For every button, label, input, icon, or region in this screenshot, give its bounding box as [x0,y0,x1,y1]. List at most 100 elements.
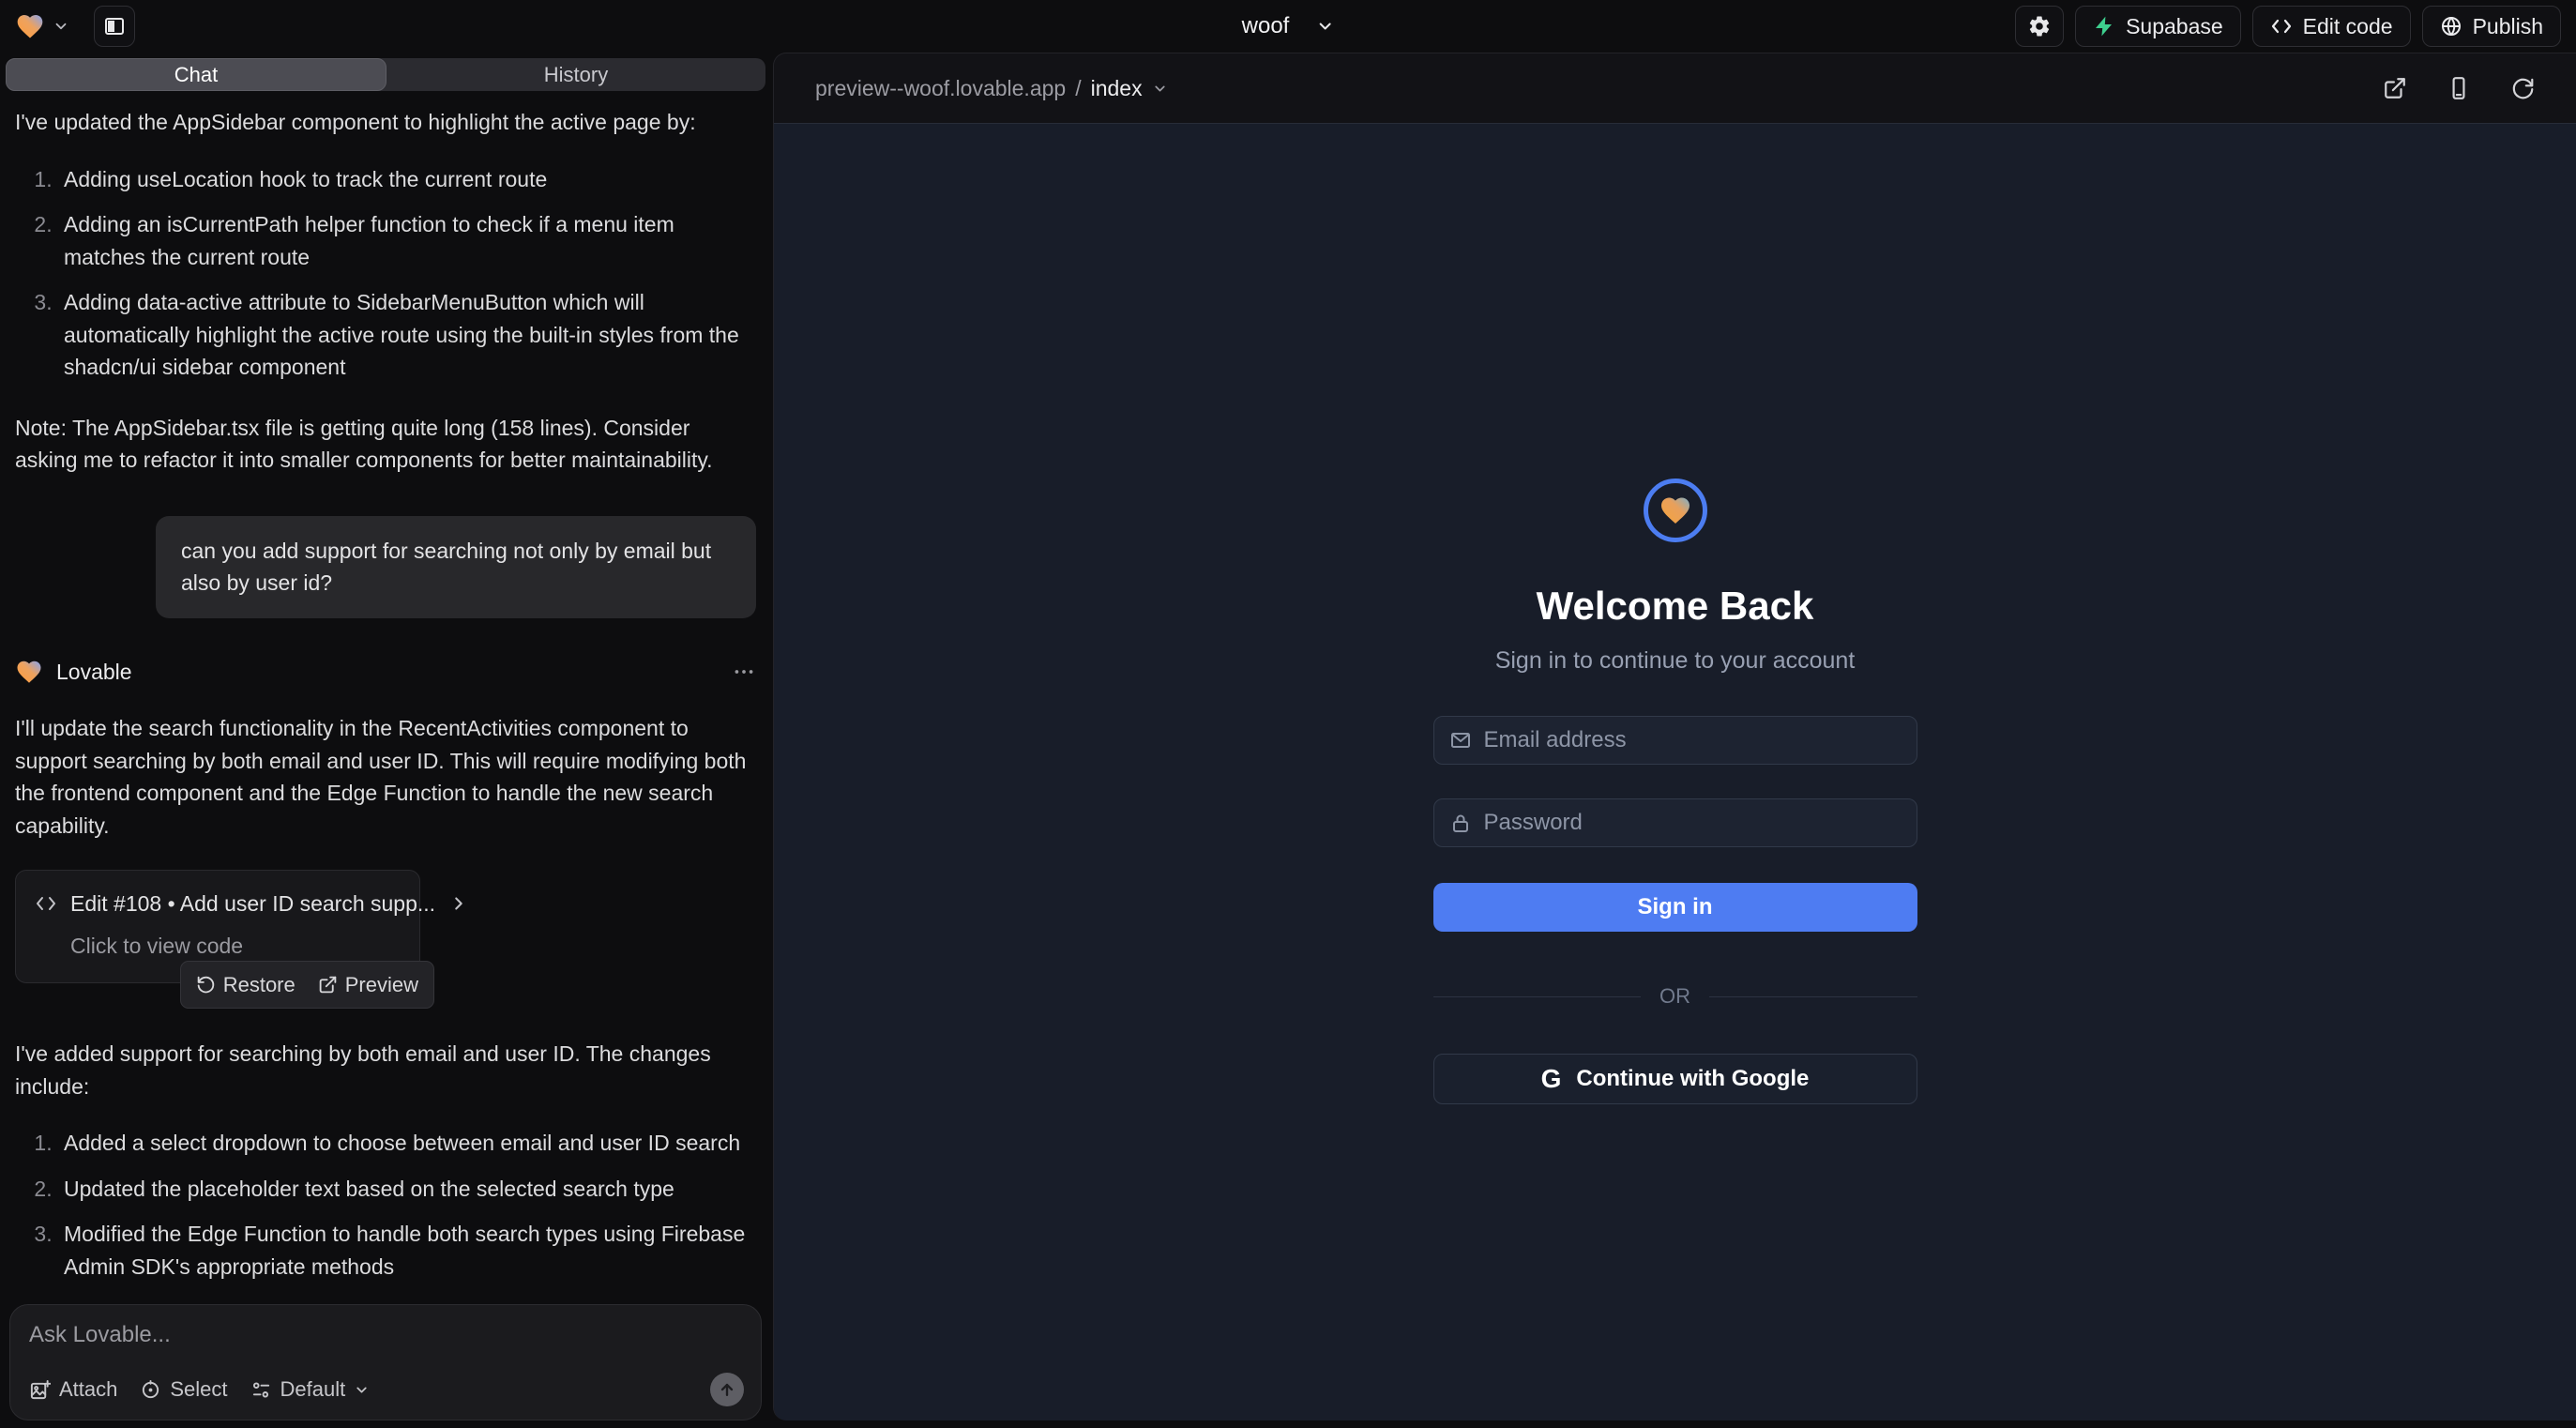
arrow-up-icon [718,1380,736,1399]
chat-input[interactable] [29,1322,744,1348]
signin-card: Welcome Back Sign in to continue to your… [1433,479,1917,1420]
chevron-down-icon [1152,81,1168,97]
code-icon [35,892,57,915]
chat-panel: Chat History I've updated the AppSidebar… [0,53,771,1428]
preview-panel: preview--woof.lovable.app / index [773,53,2576,1420]
assistant-message-list: Adding useLocation hook to track the cur… [15,163,756,384]
edit-card-subtitle: Click to view code [70,930,401,963]
page-title: Welcome Back [1537,584,1814,629]
publish-label: Publish [2473,14,2543,39]
sliders-icon [250,1379,272,1401]
tab-history[interactable]: History [386,58,765,91]
edit-code-button[interactable]: Edit code [2252,6,2411,47]
globe-icon [2440,15,2462,38]
list-item: Added a select dropdown to choose betwee… [58,1127,756,1160]
lovable-heart-icon [15,11,45,41]
tab-chat[interactable]: Chat [6,58,386,91]
assistant-message-text: I've updated the AppSidebar component to… [15,106,756,139]
open-in-new-tab-button[interactable] [2383,76,2407,100]
or-label: OR [1659,984,1690,1009]
email-input[interactable] [1484,727,1902,753]
divider-line [1433,996,1642,997]
chat-composer: Attach Select Default [9,1304,762,1420]
chat-history-tabs: Chat History [6,58,765,91]
preview-url-page: index [1091,76,1143,101]
assistant-note-text: Note: The AppSidebar.tsx file is getting… [15,412,756,477]
google-button-label: Continue with Google [1576,1066,1809,1092]
select-element-button[interactable]: Select [140,1377,227,1402]
edit-code-card[interactable]: Edit #108 • Add user ID search supp... C… [15,870,420,983]
attach-button[interactable]: Attach [29,1377,117,1402]
chevron-right-icon [448,893,469,914]
preview-toolbar: preview--woof.lovable.app / index [774,53,2576,123]
lovable-logo-menu[interactable] [15,11,69,41]
list-item: Adding an isCurrentPath helper function … [58,208,756,273]
sidebar-toggle-button[interactable] [94,6,135,47]
assistant-message-text: I'll update the search functionality in … [15,712,756,842]
sign-in-button[interactable]: Sign in [1433,883,1917,932]
google-g-icon: G [1541,1064,1562,1094]
supabase-bolt-icon [2093,15,2115,38]
restore-icon [196,975,216,995]
preview-url-selector[interactable]: preview--woof.lovable.app / index [815,76,1168,101]
send-button[interactable] [710,1373,744,1406]
preview-url-separator: / [1075,76,1081,101]
app-preview-viewport: Welcome Back Sign in to continue to your… [774,123,2576,1420]
tab-chat-label: Chat [174,63,218,87]
mail-icon [1449,729,1472,752]
mode-label: Default [280,1377,346,1402]
lock-icon [1449,812,1472,834]
settings-button[interactable] [2015,6,2064,47]
list-item: Adding useLocation hook to track the cur… [58,163,756,196]
lovable-heart-icon [15,658,43,686]
assistant-message-text: I've added support for searching by both… [15,1038,756,1102]
or-divider: OR [1433,984,1917,1009]
project-switcher[interactable]: woof [1242,0,1335,53]
heart-icon [1659,494,1692,527]
mode-selector[interactable]: Default [250,1377,371,1402]
edit-card-title: Edit #108 • Add user ID search supp... [70,888,435,920]
tab-history-label: History [544,63,608,87]
chevron-down-icon [354,1382,370,1398]
mobile-view-button[interactable] [2447,76,2471,100]
password-input[interactable] [1484,810,1902,836]
preview-url-host: preview--woof.lovable.app [815,76,1066,101]
restore-button[interactable]: Restore [196,969,295,1000]
page-subtitle: Sign in to continue to your account [1495,647,1856,675]
user-message-bubble: can you add support for searching not on… [156,516,756,618]
assistant-message-list: Added a select dropdown to choose betwee… [15,1127,756,1291]
list-item: Adding data-active attribute to SidebarM… [58,286,756,384]
chat-message-list[interactable]: I've updated the AppSidebar component to… [0,91,771,1291]
preview-button[interactable]: Preview [318,969,418,1000]
app-logo [1644,479,1707,542]
password-field[interactable] [1433,798,1917,847]
code-icon [2270,15,2293,38]
edit-code-label: Edit code [2303,14,2393,39]
target-icon [140,1379,161,1401]
chevron-down-icon [1315,17,1334,36]
refresh-button[interactable] [2510,76,2535,100]
gear-icon [2027,14,2052,38]
external-link-icon [318,975,338,995]
select-label: Select [170,1377,227,1402]
email-field[interactable] [1433,716,1917,765]
more-options-icon[interactable] [732,660,756,684]
list-item: Modified the Edge Function to handle bot… [58,1218,756,1283]
assistant-name: Lovable [56,656,132,689]
divider-line [1709,996,1917,997]
continue-with-google-button[interactable]: G Continue with Google [1433,1054,1917,1104]
project-name: woof [1242,13,1290,39]
signin-form: Sign in [1433,716,1917,932]
restore-label: Restore [223,969,295,1000]
top-bar: woof Supabase Edit code Publish [0,0,2576,53]
supabase-label: Supabase [2126,14,2223,39]
assistant-header: Lovable [15,656,756,689]
preview-label: Preview [345,969,418,1000]
supabase-button[interactable]: Supabase [2075,6,2241,47]
publish-button[interactable]: Publish [2422,6,2561,47]
attach-label: Attach [59,1377,117,1402]
list-item: Updated the placeholder text based on th… [58,1173,756,1206]
chevron-down-icon [53,18,69,35]
edit-card-actions: Restore Preview [180,961,434,1009]
attach-image-icon [29,1379,51,1401]
